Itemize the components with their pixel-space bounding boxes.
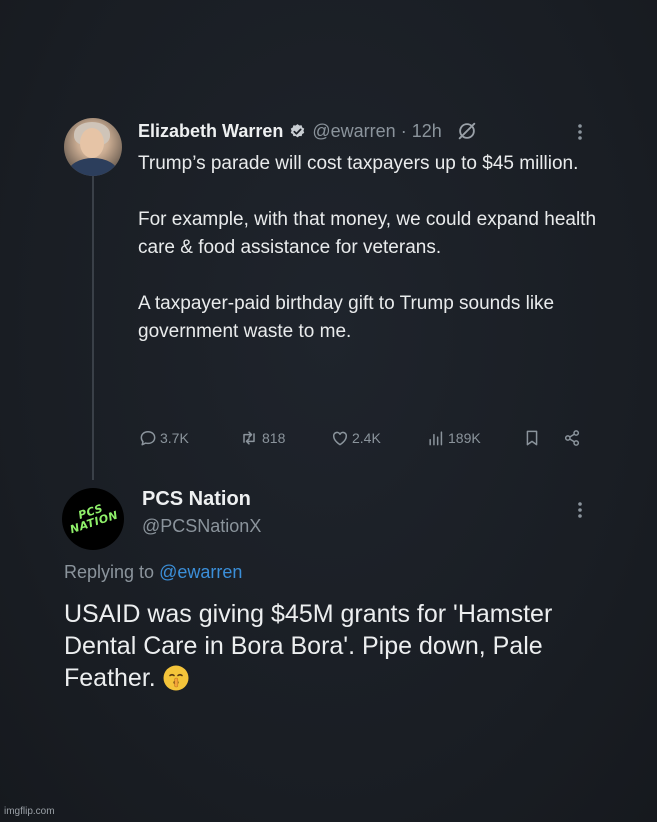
reply-author-name[interactable]: PCS Nation <box>142 488 251 511</box>
tweet-action-bar: 3.7K 818 2.4K 189K <box>138 428 588 452</box>
reply-icon <box>140 431 156 446</box>
grok-icon[interactable] <box>456 120 478 142</box>
reply-author-avatar[interactable]: PCS NATION <box>62 488 124 550</box>
avatar-face <box>80 128 104 158</box>
tweet-paragraph: For example, with that money, we could e… <box>138 209 597 258</box>
more-options-icon[interactable] <box>576 120 584 144</box>
replying-mention-link[interactable]: @ewarren <box>159 562 242 582</box>
reply-button[interactable]: 3.7K <box>138 428 189 448</box>
share-button[interactable] <box>562 428 584 448</box>
analytics-icon <box>429 431 443 446</box>
thread-connector-line <box>92 170 94 480</box>
replying-prefix: Replying to <box>64 562 155 582</box>
avatar-body <box>68 158 118 176</box>
bookmark-button[interactable] <box>522 428 544 448</box>
views-button[interactable]: 189K <box>426 428 481 448</box>
watermark: imgflip.com <box>4 806 55 817</box>
reply-count: 3.7K <box>160 430 189 446</box>
verified-badge-icon <box>289 123 306 140</box>
header-separator: · <box>400 120 407 141</box>
reply-text: USAID was giving $45M grants for 'Hamste… <box>64 600 553 692</box>
tweet-paragraph: Trump’s parade will cost taxpayers up to… <box>138 153 579 174</box>
retweet-icon <box>243 431 255 445</box>
author-avatar[interactable] <box>64 118 122 176</box>
retweet-button[interactable]: 818 <box>238 428 285 448</box>
pcs-nation-logo: PCS NATION <box>62 488 124 550</box>
share-icon <box>564 430 580 446</box>
tweet-header: Elizabeth Warren @ewarren · 12h <box>138 120 478 142</box>
heart-icon <box>332 431 348 446</box>
screenshot-canvas: Elizabeth Warren @ewarren · 12h Trump’s … <box>0 0 657 822</box>
retweet-count: 818 <box>262 430 286 446</box>
like-count: 2.4K <box>352 430 381 446</box>
like-button[interactable]: 2.4K <box>330 428 381 448</box>
reply-more-options-icon[interactable] <box>576 498 584 522</box>
shushing-face-emoji-icon <box>162 664 190 692</box>
tweet-paragraph: A taxpayer-paid birthday gift to Trump s… <box>138 293 555 342</box>
reply-author-handle[interactable]: @PCSNationX <box>142 516 261 537</box>
bookmark-icon <box>526 430 538 446</box>
reply-body: USAID was giving $45M grants for 'Hamste… <box>64 598 604 694</box>
author-handle[interactable]: @ewarren <box>312 121 395 142</box>
tweet-body: Trump’s parade will cost taxpayers up to… <box>138 150 608 374</box>
tweet-timestamp[interactable]: 12h <box>412 121 442 142</box>
author-name[interactable]: Elizabeth Warren <box>138 121 283 142</box>
replying-to-line: Replying to @ewarren <box>64 562 242 583</box>
views-count: 189K <box>448 430 481 446</box>
